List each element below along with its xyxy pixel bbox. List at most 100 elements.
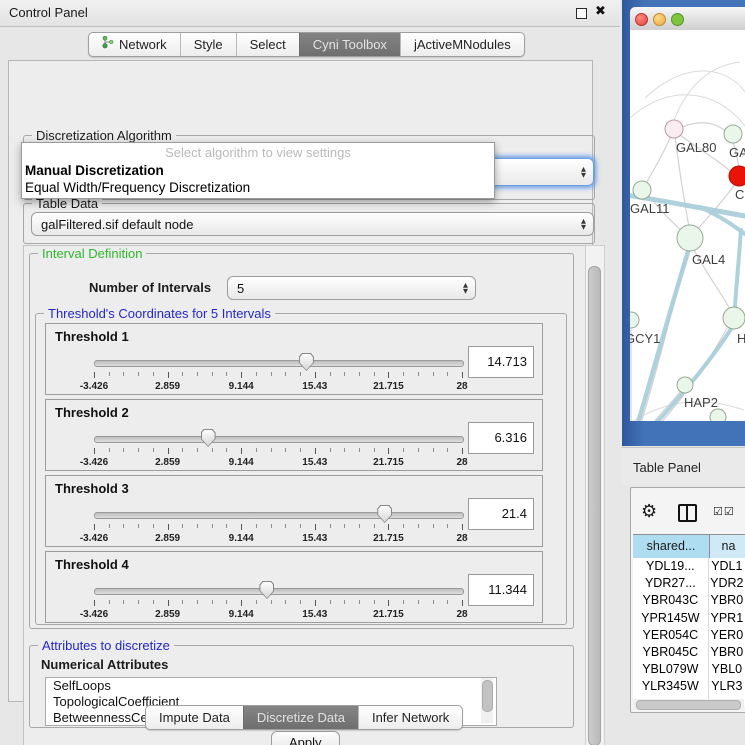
vertical-scrollbar[interactable] bbox=[585, 245, 605, 745]
slider-tick bbox=[330, 524, 331, 528]
table-column-header[interactable]: na bbox=[709, 535, 745, 558]
threshold-slider[interactable]: -3.4262.8599.14415.4321.71528 bbox=[94, 428, 462, 468]
network-node-gal11[interactable] bbox=[633, 181, 651, 199]
network-node-hap2[interactable] bbox=[677, 377, 693, 393]
cyni-toolbox-panel: Discretization Algorithm ▲▼ Select algor… bbox=[8, 60, 593, 702]
network-canvas[interactable]: GAL80GACGAL11GAL4GCY1HHAP2 bbox=[630, 30, 745, 421]
table-data-combobox[interactable]: galFiltered.sif default node ▲▼ bbox=[31, 212, 594, 236]
slider-tick bbox=[315, 524, 316, 530]
discretization-algorithm-label: Discretization Algorithm bbox=[32, 128, 176, 143]
num-intervals-combobox[interactable]: 5 ▲▼ bbox=[227, 276, 476, 300]
network-node-gal4[interactable] bbox=[677, 225, 703, 251]
slider-tick-label: 9.144 bbox=[229, 457, 254, 468]
threshold-slider[interactable]: -3.4262.8599.14415.4321.71528 bbox=[94, 580, 462, 620]
select-checkboxes-icon[interactable]: ☑☑ bbox=[713, 505, 735, 518]
tab-discretize-data[interactable]: Discretize Data bbox=[243, 706, 358, 729]
table-row[interactable]: YPR145WYPR1 bbox=[633, 610, 745, 627]
horizontal-scrollbar[interactable] bbox=[633, 699, 744, 710]
network-node-h[interactable] bbox=[723, 307, 745, 329]
scrollbar-thumb[interactable] bbox=[636, 700, 741, 710]
slider-tick bbox=[226, 600, 227, 604]
slider-tick-label: 28 bbox=[456, 457, 467, 468]
slider-tick bbox=[433, 448, 434, 452]
network-node-gcy1[interactable] bbox=[630, 312, 639, 328]
tab-infer-network[interactable]: Infer Network bbox=[358, 706, 462, 729]
gear-icon[interactable]: ⚙ bbox=[641, 501, 657, 522]
network-node[interactable] bbox=[710, 409, 726, 421]
slider-tick bbox=[123, 524, 124, 528]
network-node-c[interactable] bbox=[729, 166, 745, 186]
threshold-value-field[interactable]: 14.713 bbox=[468, 346, 534, 378]
attribute-list-item[interactable]: SelfLoops bbox=[46, 678, 496, 694]
table-row[interactable]: YBR045CYBR0 bbox=[633, 644, 745, 661]
slider-tick bbox=[462, 372, 463, 378]
slider-tick-label: 15.43 bbox=[302, 533, 327, 544]
tab-jactivemnodules[interactable]: jActiveMNodules bbox=[400, 33, 524, 56]
slider-tick bbox=[418, 524, 419, 528]
slider-tick bbox=[418, 448, 419, 452]
slider-thumb[interactable] bbox=[299, 353, 314, 371]
table-cell: YLR3 bbox=[708, 678, 745, 695]
threshold-value-field[interactable]: 6.316 bbox=[468, 422, 534, 454]
slider-tick bbox=[403, 524, 404, 528]
tab-select[interactable]: Select bbox=[236, 33, 299, 56]
apply-button[interactable]: Apply bbox=[271, 731, 340, 745]
tab-cyni-toolbox[interactable]: Cyni Toolbox bbox=[299, 33, 400, 56]
slider-thumb[interactable] bbox=[259, 581, 274, 599]
dropdown-option-equal-width[interactable]: Equal Width/Frequency Discretization bbox=[22, 179, 494, 196]
scrollbar-thumb[interactable] bbox=[588, 266, 601, 745]
network-nodes: GAL80GACGAL11GAL4GCY1HHAP2 bbox=[630, 120, 745, 421]
tab-style[interactable]: Style bbox=[180, 33, 236, 56]
slider-tick bbox=[123, 600, 124, 604]
threshold-value-field[interactable]: 11.344 bbox=[468, 574, 534, 606]
slider-track[interactable] bbox=[94, 588, 464, 595]
table-cell: YDL1 bbox=[708, 558, 745, 575]
threshold-value-field[interactable]: 21.4 bbox=[468, 498, 534, 530]
slider-tick bbox=[182, 448, 183, 452]
table-panel-title: Table Panel bbox=[633, 460, 701, 475]
slider-tick-label: 2.859 bbox=[155, 457, 180, 468]
table-row[interactable]: YDL19...YDL1 bbox=[633, 558, 745, 575]
table-row[interactable]: YDR27...YDR2 bbox=[633, 575, 745, 592]
zoom-traffic-light-icon[interactable] bbox=[671, 13, 684, 26]
slider-tick bbox=[418, 600, 419, 604]
slider-track[interactable] bbox=[94, 436, 464, 443]
slider-tick bbox=[344, 524, 345, 528]
slider-tick bbox=[388, 524, 389, 530]
close-icon[interactable]: ✖ bbox=[595, 4, 606, 19]
close-traffic-light-icon[interactable] bbox=[635, 13, 648, 26]
float-window-icon[interactable] bbox=[576, 8, 587, 19]
minimize-traffic-light-icon[interactable] bbox=[653, 13, 666, 26]
slider-tick bbox=[388, 600, 389, 606]
slider-thumb[interactable] bbox=[201, 429, 216, 447]
control-panel-titlebar: Control Panel ✖ bbox=[0, 0, 620, 27]
table-row[interactable]: YBL079WYBL0 bbox=[633, 661, 745, 678]
slider-thumb[interactable] bbox=[377, 505, 392, 523]
slider-track[interactable] bbox=[94, 512, 464, 519]
slider-tick bbox=[462, 448, 463, 454]
threshold-slider[interactable]: -3.4262.8599.14415.4321.71528 bbox=[94, 504, 462, 544]
network-node-gal80[interactable] bbox=[665, 120, 683, 138]
table-column-header[interactable]: shared... bbox=[633, 535, 709, 558]
slider-tick bbox=[241, 372, 242, 378]
slider-tick bbox=[388, 448, 389, 454]
columns-icon[interactable] bbox=[678, 504, 697, 522]
tab-network[interactable]: Network bbox=[89, 33, 180, 56]
node-label: GCY1 bbox=[630, 331, 660, 346]
attributes-list-scrollbar[interactable] bbox=[481, 678, 493, 723]
slider-tick bbox=[447, 524, 448, 528]
slider-track[interactable] bbox=[94, 360, 464, 367]
tab-impute-data[interactable]: Impute Data bbox=[146, 706, 243, 729]
slider-tick bbox=[212, 524, 213, 528]
table-rows: YDL19...YDL1YDR27...YDR2YBR043CYBR0YPR14… bbox=[633, 558, 745, 706]
dropdown-option-manual[interactable]: Manual Discretization bbox=[22, 162, 494, 179]
table-row[interactable]: YER054CYER0 bbox=[633, 627, 745, 644]
scrollbar-thumb[interactable] bbox=[482, 680, 493, 712]
table-row[interactable]: YBR043CYBR0 bbox=[633, 592, 745, 609]
table-row[interactable]: YLR345WYLR3 bbox=[633, 678, 745, 695]
slider-tick-label: 21.715 bbox=[373, 381, 404, 392]
threshold-slider[interactable]: -3.4262.8599.14415.4321.71528 bbox=[94, 352, 462, 392]
slider-tick bbox=[94, 600, 95, 606]
dropdown-placeholder-item[interactable]: Select algorithm to view settings bbox=[22, 143, 494, 162]
network-node-ga[interactable] bbox=[724, 125, 742, 143]
